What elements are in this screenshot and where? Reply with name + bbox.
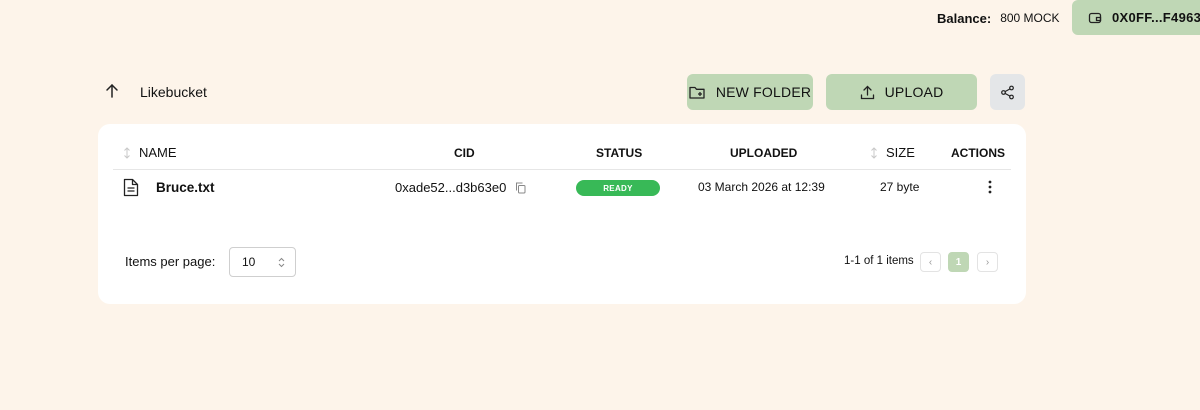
status-badge: READY bbox=[576, 180, 660, 196]
column-size-label: SIZE bbox=[886, 145, 915, 160]
items-per-page-select[interactable]: 10 bbox=[229, 247, 296, 277]
cid-cell: 0xade52...d3b63e0 bbox=[395, 180, 526, 195]
next-page-button[interactable]: › bbox=[977, 252, 998, 272]
file-table-card: NAME CID STATUS UPLOADED SIZE ACTIONS Br… bbox=[98, 124, 1026, 304]
column-name-label: NAME bbox=[139, 145, 177, 160]
column-actions: ACTIONS bbox=[951, 146, 1005, 160]
balance-display: Balance: 800 MOCK bbox=[937, 10, 1060, 26]
table-row[interactable]: Bruce.txt 0xade52...d3b63e0 READY 03 Mar… bbox=[113, 171, 1011, 205]
file-text-icon bbox=[123, 178, 139, 197]
prev-page-button[interactable]: ‹ bbox=[920, 252, 941, 272]
arrow-up-icon[interactable] bbox=[104, 83, 120, 99]
new-folder-button[interactable]: NEW FOLDER bbox=[687, 74, 813, 110]
upload-label: UPLOAD bbox=[884, 84, 944, 100]
balance-value: 800 MOCK bbox=[1000, 11, 1060, 25]
folder-add-icon bbox=[689, 86, 705, 99]
uploaded-value: 03 March 2026 at 12:39 bbox=[698, 180, 825, 194]
copy-icon[interactable] bbox=[515, 182, 526, 194]
column-uploaded: UPLOADED bbox=[730, 146, 798, 160]
items-per-page-value: 10 bbox=[242, 255, 256, 269]
file-name: Bruce.txt bbox=[156, 180, 215, 195]
more-actions-icon[interactable] bbox=[985, 179, 995, 195]
wallet-address: 0X0FF...F4963 bbox=[1112, 10, 1200, 25]
wallet-button[interactable]: 0X0FF...F4963 bbox=[1072, 0, 1200, 35]
column-name[interactable]: NAME bbox=[123, 145, 177, 160]
balance-label: Balance: bbox=[937, 10, 992, 26]
pagination-range: 1-1 of 1 items bbox=[844, 255, 914, 267]
sort-icon bbox=[871, 146, 877, 159]
upload-icon bbox=[860, 85, 874, 99]
wallet-icon bbox=[1088, 12, 1102, 23]
upload-button[interactable]: UPLOAD bbox=[826, 74, 977, 110]
column-cid: CID bbox=[454, 146, 475, 160]
cid-value: 0xade52...d3b63e0 bbox=[395, 180, 507, 195]
chevron-updown-icon bbox=[278, 257, 285, 268]
share-icon bbox=[1001, 85, 1014, 99]
sort-icon bbox=[124, 146, 130, 159]
file-cell[interactable]: Bruce.txt bbox=[123, 178, 215, 197]
new-folder-label: NEW FOLDER bbox=[715, 84, 812, 100]
table-header: NAME CID STATUS UPLOADED SIZE ACTIONS bbox=[113, 124, 1011, 170]
page-button-current[interactable]: 1 bbox=[948, 252, 969, 272]
column-size[interactable]: SIZE bbox=[870, 145, 915, 160]
breadcrumb[interactable]: Likebucket bbox=[140, 84, 207, 100]
size-value: 27 byte bbox=[880, 180, 920, 194]
column-status: STATUS bbox=[596, 146, 643, 160]
share-button[interactable] bbox=[990, 74, 1025, 110]
items-per-page-label: Items per page: bbox=[125, 254, 216, 269]
